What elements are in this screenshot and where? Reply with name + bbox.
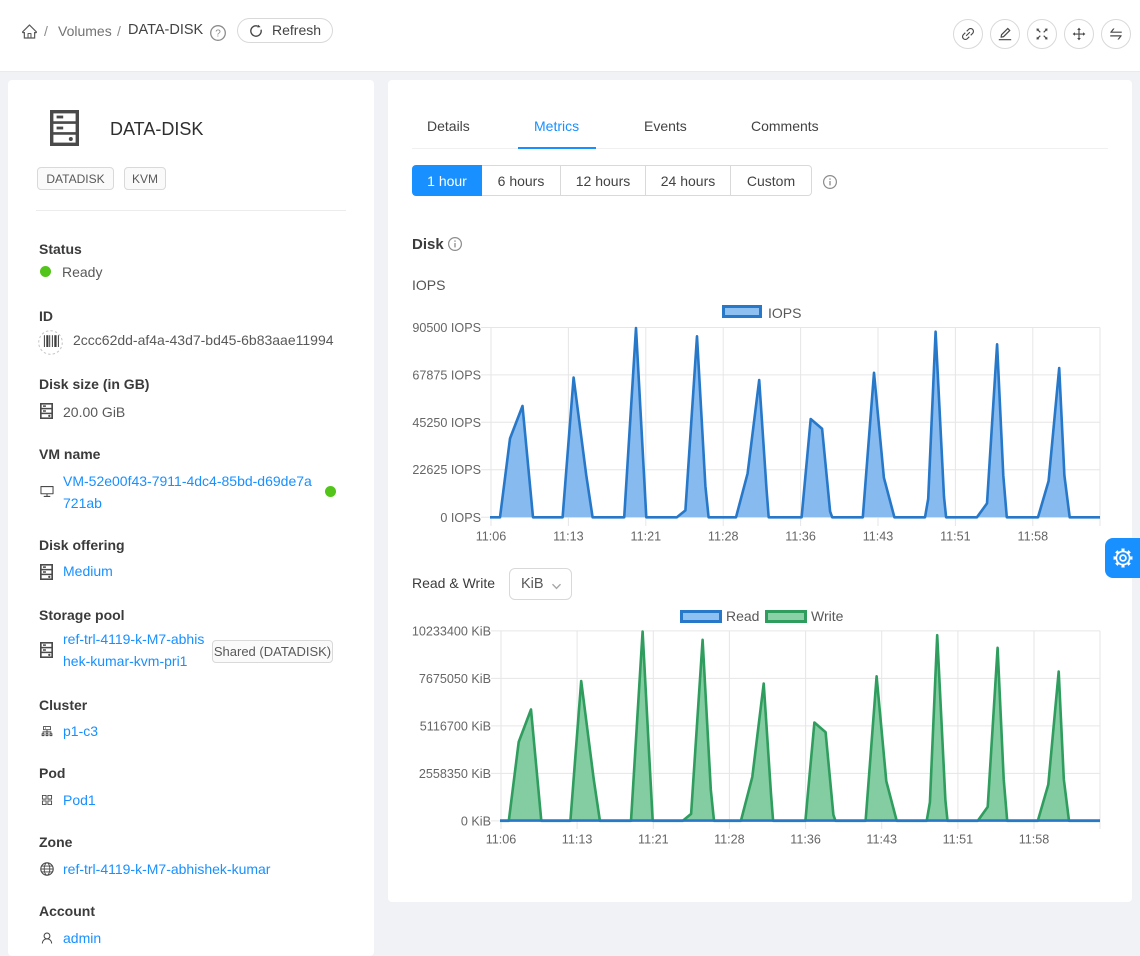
svg-text:11:06: 11:06 — [476, 530, 507, 544]
svg-text:11:58: 11:58 — [1019, 833, 1050, 847]
svg-text:11:43: 11:43 — [863, 530, 894, 544]
svg-text:45250 IOPS: 45250 IOPS — [412, 416, 481, 430]
svg-text:11:06: 11:06 — [486, 833, 517, 847]
svg-text:22625 IOPS: 22625 IOPS — [412, 463, 481, 477]
svg-text:11:21: 11:21 — [631, 530, 662, 544]
svg-text:11:36: 11:36 — [790, 833, 821, 847]
svg-text:11:21: 11:21 — [638, 833, 669, 847]
svg-text:?: ? — [215, 29, 221, 40]
svg-text:11:36: 11:36 — [785, 530, 816, 544]
svg-text:11:28: 11:28 — [708, 530, 739, 544]
svg-text:11:51: 11:51 — [940, 530, 971, 544]
svg-text:11:13: 11:13 — [553, 530, 584, 544]
svg-text:11:13: 11:13 — [562, 833, 593, 847]
svg-text:10233400 KiB: 10233400 KiB — [412, 624, 491, 638]
svg-text:7675050 KiB: 7675050 KiB — [419, 672, 491, 686]
svg-text:5116700 KiB: 5116700 KiB — [420, 719, 491, 733]
svg-text:67875 IOPS: 67875 IOPS — [412, 368, 481, 382]
svg-text:11:51: 11:51 — [943, 833, 974, 847]
svg-text:0 IOPS: 0 IOPS — [440, 511, 481, 525]
svg-text:2558350 KiB: 2558350 KiB — [419, 767, 491, 781]
svg-text:11:43: 11:43 — [866, 833, 897, 847]
svg-text:0 KiB: 0 KiB — [461, 814, 491, 828]
svg-text:11:28: 11:28 — [714, 833, 745, 847]
svg-text:11:58: 11:58 — [1018, 530, 1049, 544]
svg-text:90500 IOPS: 90500 IOPS — [412, 321, 481, 335]
